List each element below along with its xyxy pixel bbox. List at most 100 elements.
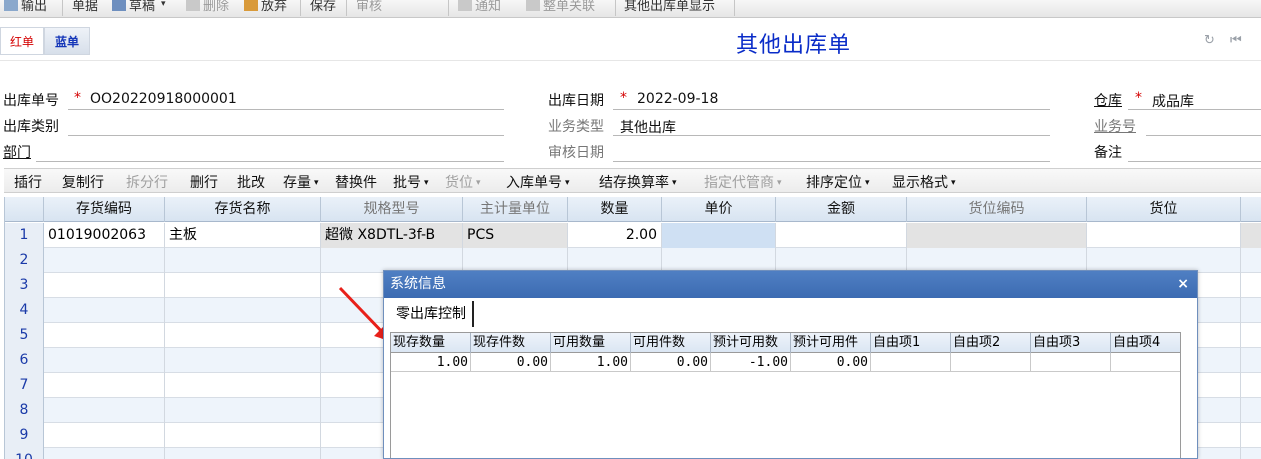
table-cell[interactable] — [1241, 373, 1261, 398]
tab-zero-out-control[interactable]: 零出库控制 — [390, 301, 474, 327]
document-dropdown-button[interactable]: 单据 — [72, 0, 98, 14]
audit-button[interactable]: 审核 — [356, 0, 382, 14]
remark-field[interactable] — [1128, 161, 1261, 162]
inventory-code-cell[interactable]: 01019002063 — [44, 223, 165, 248]
column-header[interactable]: 预计可用数 — [711, 333, 791, 353]
table-cell[interactable] — [165, 323, 321, 348]
copy-row-button[interactable]: 复制行 — [62, 172, 104, 192]
tab-red-document[interactable]: 红单 — [0, 27, 44, 55]
insert-row-button[interactable]: 插行 — [14, 172, 42, 192]
column-header[interactable]: 可用数量 — [551, 333, 631, 353]
unit-cell[interactable]: PCS — [463, 223, 568, 248]
close-icon[interactable]: × — [1177, 271, 1189, 298]
dept-label[interactable]: 部门 — [3, 142, 31, 162]
first-record-icon[interactable]: ⏮ — [1230, 33, 1242, 48]
column-header[interactable]: 存货名称 — [165, 197, 321, 222]
table-cell[interactable] — [44, 373, 165, 398]
stock-menu[interactable]: 存量 ▾ — [283, 172, 319, 192]
column-header[interactable]: 自由项4 — [1111, 333, 1180, 353]
table-cell[interactable] — [1241, 348, 1261, 373]
table-cell[interactable] — [165, 273, 321, 298]
discard-button[interactable]: 放弃 — [244, 0, 287, 14]
table-cell[interactable] — [44, 348, 165, 373]
spec-cell[interactable]: 超微 X8DTL-3f-B — [321, 223, 463, 248]
column-header[interactable]: 自由项1 — [871, 333, 951, 353]
warehouse-field[interactable]: 成品库 — [1152, 91, 1194, 111]
biz-no-label[interactable]: 业务号 — [1094, 116, 1136, 136]
save-button[interactable]: 保存 — [310, 0, 336, 14]
batch-edit-button[interactable]: 批改 — [237, 172, 265, 192]
location-menu[interactable]: 货位 ▾ — [445, 172, 481, 192]
row-number: 5 — [5, 323, 44, 348]
tab-blue-document[interactable]: 蓝单 — [44, 27, 90, 55]
agent-menu[interactable]: 指定代管商 ▾ — [704, 172, 782, 192]
date-field[interactable]: 2022-09-18 — [637, 91, 718, 107]
doc-no-field[interactable]: OO20220918000001 — [90, 91, 237, 107]
table-cell[interactable] — [1241, 398, 1261, 423]
table-cell[interactable] — [165, 373, 321, 398]
sort-locate-menu[interactable]: 排序定位 ▾ — [806, 172, 870, 192]
link-all-button[interactable]: 整单关联 — [526, 0, 595, 14]
display-template-select[interactable]: 其他出库单显示 — [624, 0, 715, 14]
table-cell[interactable] — [165, 398, 321, 423]
table-cell[interactable] — [44, 423, 165, 448]
quantity-cell[interactable]: 2.00 — [568, 223, 662, 248]
column-header[interactable]: 自由项3 — [1031, 333, 1111, 353]
table-cell[interactable] — [1241, 423, 1261, 448]
table-cell[interactable] — [1241, 248, 1261, 273]
substitute-button[interactable]: 替换件 — [335, 172, 377, 192]
table-cell[interactable] — [44, 298, 165, 323]
location-cell[interactable] — [1087, 223, 1241, 248]
display-format-menu[interactable]: 显示格式 ▾ — [892, 172, 956, 192]
batch-no-menu[interactable]: 批号 ▾ — [393, 172, 429, 192]
amount-cell[interactable] — [776, 223, 907, 248]
table-cell[interactable] — [44, 248, 165, 273]
draft-button[interactable]: 草稿 ▾ — [112, 0, 166, 14]
table-cell[interactable] — [44, 323, 165, 348]
table-cell[interactable] — [44, 398, 165, 423]
column-header[interactable]: 预计可用件 — [791, 333, 871, 353]
convert-rate-menu[interactable]: 结存换算率 ▾ — [599, 172, 677, 192]
column-header[interactable]: 规格型号 — [321, 197, 463, 222]
notify-button[interactable]: 通知 — [458, 0, 501, 14]
price-cell[interactable] — [662, 223, 776, 248]
export-button[interactable]: 输出 — [4, 0, 47, 14]
table-cell[interactable] — [44, 273, 165, 298]
column-header[interactable]: 现存件数 — [471, 333, 551, 353]
location-code-cell[interactable] — [907, 223, 1087, 248]
column-header[interactable]: 现存数量 — [391, 333, 471, 353]
warehouse-underline — [1128, 109, 1261, 110]
table-cell[interactable] — [165, 448, 321, 459]
table-cell[interactable] — [1241, 273, 1261, 298]
table-cell[interactable] — [1241, 448, 1261, 459]
table-cell[interactable] — [165, 298, 321, 323]
row-number: 3 — [5, 273, 44, 298]
table-row[interactable]: 1 01019002063 主板 超微 X8DTL-3f-B PCS 2.00 — [5, 223, 1261, 248]
dept-field[interactable] — [36, 161, 504, 162]
out-type-field[interactable] — [68, 135, 504, 136]
in-doc-no-menu[interactable]: 入库单号 ▾ — [506, 172, 570, 192]
biz-no-field[interactable] — [1146, 135, 1261, 136]
table-cell[interactable] — [44, 448, 165, 459]
column-header[interactable]: 单价 — [662, 197, 776, 222]
warehouse-label[interactable]: 仓库 — [1094, 90, 1122, 110]
table-cell[interactable] — [165, 248, 321, 273]
delete-row-button[interactable]: 删行 — [190, 172, 218, 192]
column-header[interactable]: 主计量单位 — [463, 197, 568, 222]
table-cell[interactable] — [1241, 298, 1261, 323]
column-header[interactable]: 金额 — [776, 197, 907, 222]
inventory-name-cell[interactable]: 主板 — [165, 223, 321, 248]
column-header[interactable]: 可用件数 — [631, 333, 711, 353]
column-header[interactable]: 存货编码 — [44, 197, 165, 222]
column-header[interactable]: 货位 — [1087, 197, 1241, 222]
table-cell[interactable] — [165, 348, 321, 373]
table-cell[interactable] — [165, 423, 321, 448]
column-header[interactable]: 自由项2 — [951, 333, 1031, 353]
refresh-icon[interactable]: ↻ — [1204, 33, 1215, 48]
column-header[interactable]: 数量 — [568, 197, 662, 222]
column-header[interactable]: 货位编码 — [907, 197, 1087, 222]
table-cell[interactable] — [1241, 323, 1261, 348]
split-row-button[interactable]: 拆分行 — [126, 172, 168, 192]
delete-button[interactable]: 删除 — [186, 0, 229, 14]
biz-type-field[interactable]: 其他出库 — [620, 117, 676, 137]
